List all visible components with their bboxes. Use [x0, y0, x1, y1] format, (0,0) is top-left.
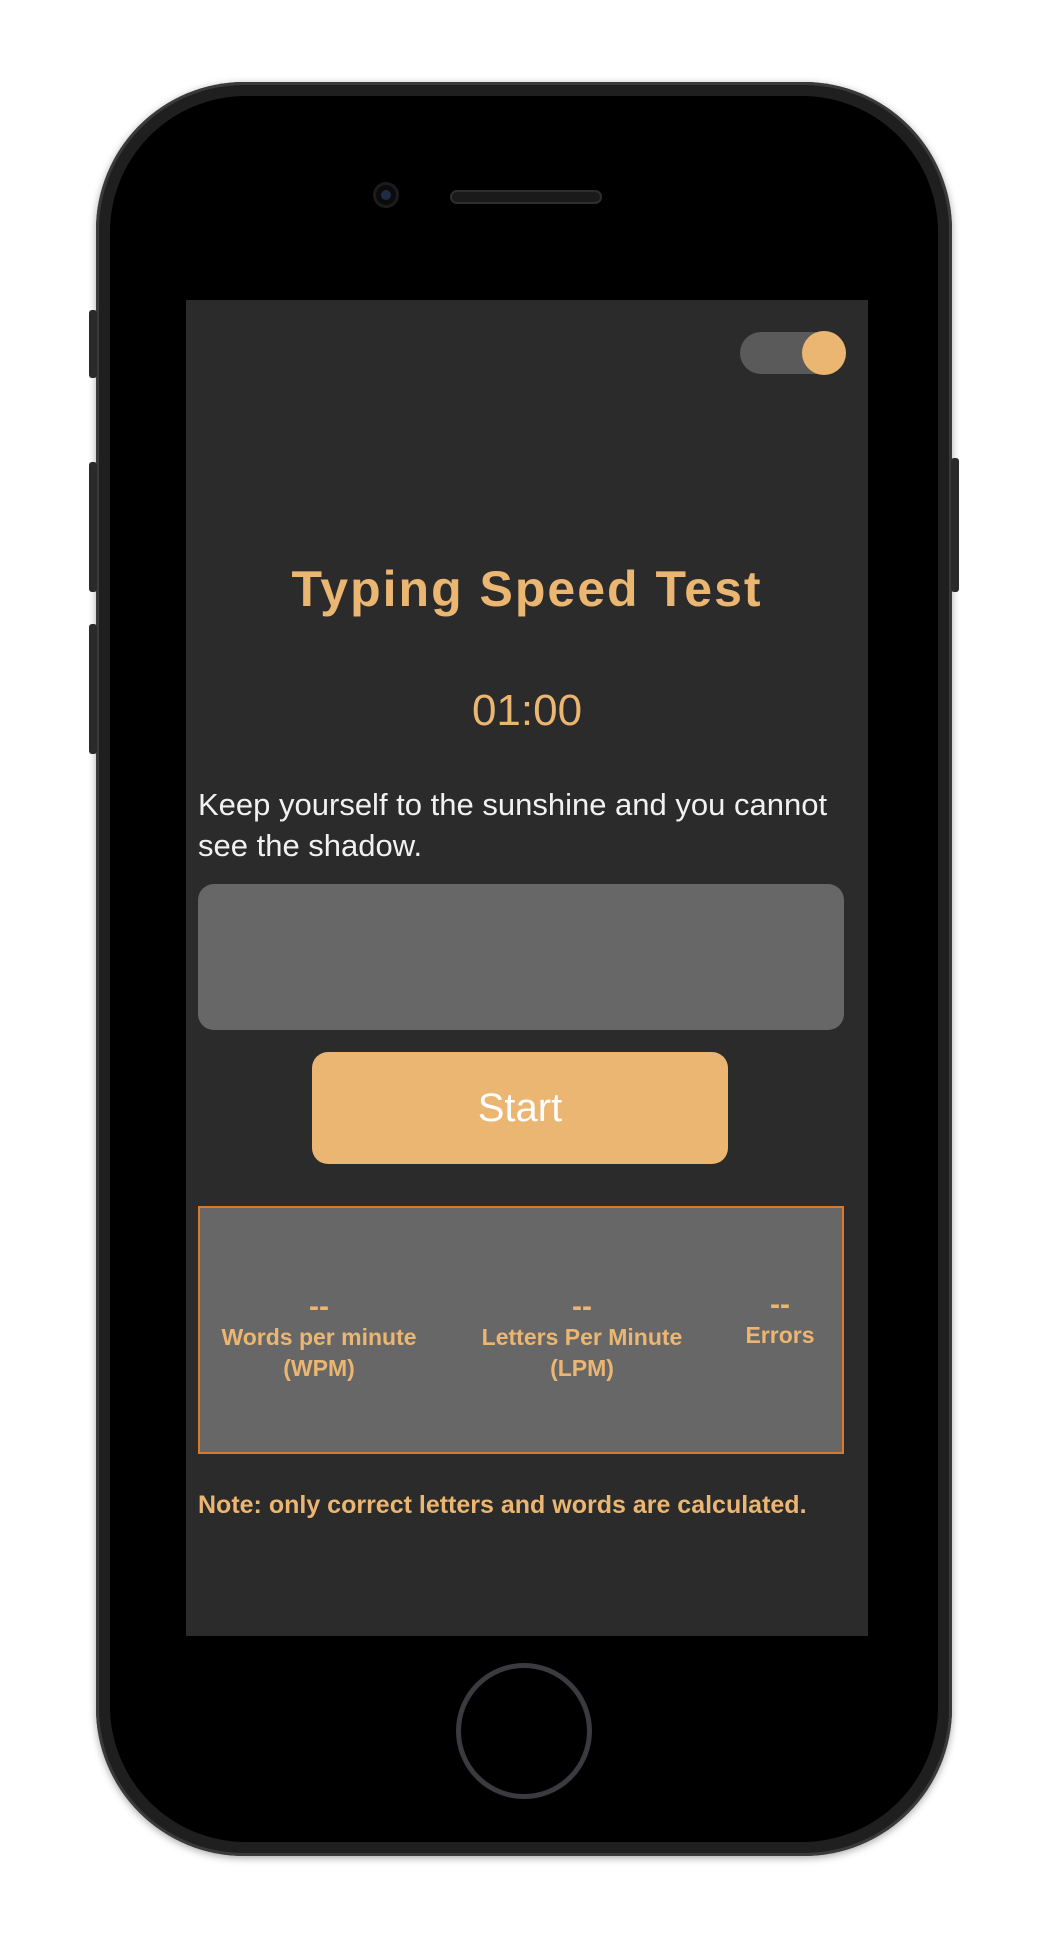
phone-screen: Typing Speed Test 01:00 Keep yourself to…	[150, 300, 900, 1636]
front-camera	[373, 182, 399, 208]
power-button	[951, 458, 959, 592]
earpiece-speaker	[450, 190, 602, 204]
home-button[interactable]	[456, 1663, 592, 1799]
lpm-stat: -- Letters Per Minute (LPM)	[466, 1292, 698, 1384]
lpm-value: --	[572, 1290, 592, 1323]
wpm-label: Words per minute (WPM)	[221, 1324, 417, 1381]
prompt-text: Keep yourself to the sunshine and you ca…	[198, 787, 828, 863]
errors-stat: -- Errors	[736, 1290, 824, 1351]
volume-up-button	[89, 462, 97, 592]
wpm-value: --	[309, 1290, 329, 1323]
wpm-stat: -- Words per minute (WPM)	[214, 1292, 424, 1384]
errors-value: --	[770, 1288, 790, 1321]
note-text: Note: only correct letters and words are…	[198, 1491, 807, 1519]
results-panel: -- Words per minute (WPM) -- Letters Per…	[198, 1206, 844, 1454]
errors-label: Errors	[745, 1322, 815, 1348]
countdown-timer: 01:00	[471, 686, 583, 735]
volume-down-button	[89, 624, 97, 754]
page-title: Typing Speed Test	[291, 561, 763, 617]
toggle-knob	[802, 331, 846, 375]
typing-input[interactable]	[198, 884, 844, 1030]
theme-toggle[interactable]	[740, 331, 846, 375]
lpm-label: Letters Per Minute (LPM)	[481, 1324, 683, 1381]
mute-switch	[89, 310, 97, 378]
start-button[interactable]: Start	[312, 1052, 728, 1164]
typing-test-app: Typing Speed Test 01:00 Keep yourself to…	[186, 300, 868, 1636]
